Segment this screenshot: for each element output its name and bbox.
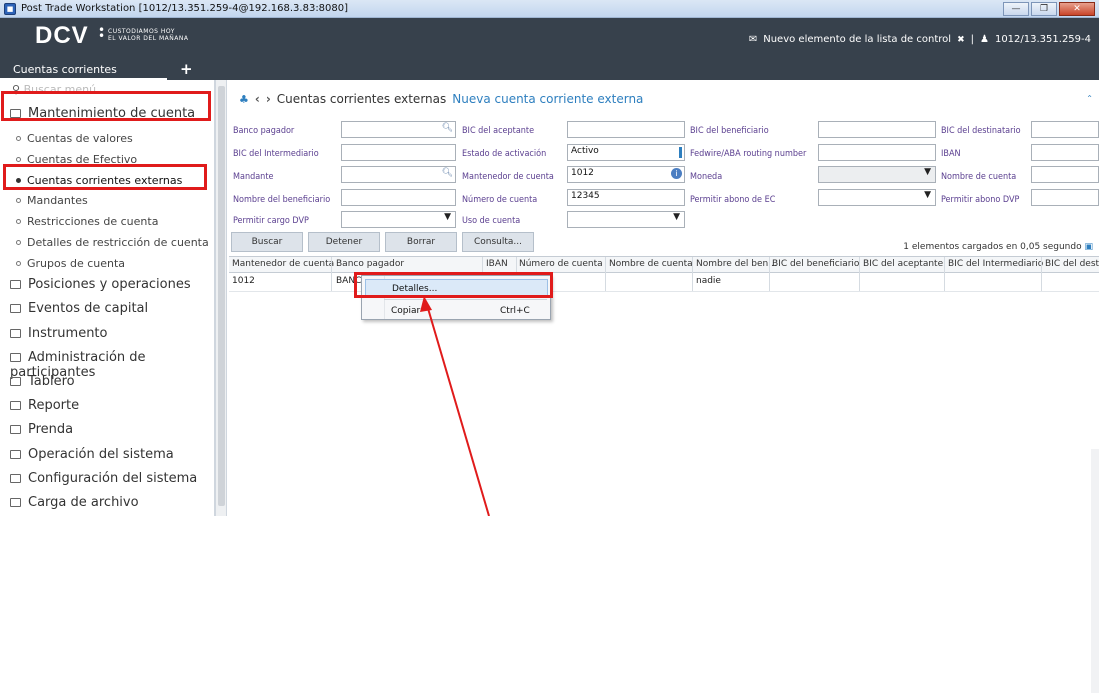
annotation-arrow	[420, 296, 490, 516]
arrow-line	[426, 304, 490, 516]
arrow-head	[420, 296, 432, 312]
